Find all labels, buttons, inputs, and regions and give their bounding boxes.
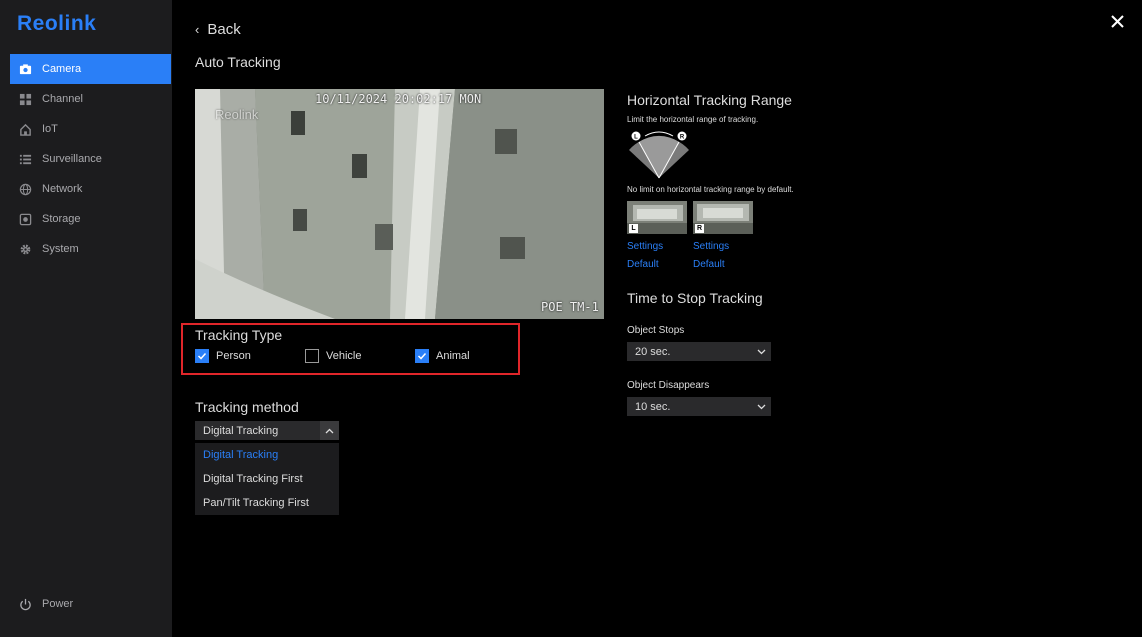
back-label: Back: [207, 21, 241, 38]
object-disappears-label: Object Disappears: [627, 380, 710, 391]
sidebar-item-label: Storage: [42, 213, 81, 225]
chevron-left-icon: ‹: [195, 22, 200, 37]
camera-preview: 10/11/2024 20:02:17 MON Reolink POE TM-1: [195, 89, 604, 319]
power-button[interactable]: Power: [10, 589, 171, 619]
dropdown-option[interactable]: Pan/Tilt Tracking First: [195, 491, 339, 515]
diagram-left-marker: L: [634, 135, 638, 141]
stop-tracking-title: Time to Stop Tracking: [627, 290, 763, 306]
gear-icon: [18, 242, 32, 256]
dropdown-option[interactable]: Digital Tracking First: [195, 467, 339, 491]
left-settings-link[interactable]: Settings: [627, 241, 663, 252]
sidebar-item-label: Surveillance: [42, 153, 102, 165]
page-title: Auto Tracking: [195, 54, 281, 70]
right-tag: R: [695, 224, 704, 233]
left-default-link[interactable]: Default: [627, 259, 659, 270]
tracking-method-dropdown: Digital Tracking Digital Tracking First …: [195, 443, 339, 515]
horizontal-range-desc: Limit the horizontal range of tracking.: [627, 115, 759, 124]
dropdown-option[interactable]: Digital Tracking: [195, 443, 339, 467]
animal-label: Animal: [436, 350, 470, 362]
tracking-method-select[interactable]: Digital Tracking: [195, 421, 339, 440]
sidebar-item-camera[interactable]: Camera: [10, 54, 171, 84]
storage-icon: [18, 212, 32, 226]
power-icon: [18, 597, 32, 611]
sidebar-item-label: Channel: [42, 93, 83, 105]
person-label: Person: [216, 350, 251, 362]
camera-frame-image: [195, 89, 604, 319]
sidebar-item-label: Network: [42, 183, 83, 195]
home-icon: [18, 122, 32, 136]
camera-icon: [18, 62, 32, 76]
left-tag: L: [629, 224, 638, 233]
checkbox-empty-icon: [305, 349, 319, 363]
checkbox-checked-icon: [195, 349, 209, 363]
tracking-method-title: Tracking method: [195, 399, 299, 415]
diagram-right-marker: R: [680, 135, 685, 141]
tracking-range-diagram: L R: [629, 131, 689, 179]
left-limit-thumbnail[interactable]: L: [627, 201, 687, 234]
sidebar-item-system[interactable]: System: [10, 234, 171, 264]
object-stops-label: Object Stops: [627, 325, 685, 336]
person-checkbox[interactable]: Person: [195, 349, 251, 363]
vehicle-label: Vehicle: [326, 350, 362, 362]
object-stops-select[interactable]: 20 sec.: [627, 342, 771, 361]
object-stops-value: 20 sec.: [635, 345, 671, 358]
sidebar: Reolink Camera Channel IoT Surveillance …: [0, 0, 172, 637]
animal-checkbox[interactable]: Animal: [415, 349, 470, 363]
right-limit-thumbnail[interactable]: R: [693, 201, 753, 234]
video-watermark: Reolink: [215, 107, 259, 122]
video-channel-name: POE TM-1: [541, 300, 599, 314]
list-icon: [18, 152, 32, 166]
power-label: Power: [42, 598, 74, 610]
horizontal-range-title: Horizontal Tracking Range: [627, 92, 792, 108]
close-icon[interactable]: [1108, 12, 1128, 32]
sidebar-item-channel[interactable]: Channel: [10, 84, 171, 114]
right-settings-link[interactable]: Settings: [693, 241, 729, 252]
chevron-up-icon: [320, 421, 339, 440]
globe-icon: [18, 182, 32, 196]
sidebar-item-label: Camera: [42, 63, 82, 75]
grid-icon: [18, 92, 32, 106]
vehicle-checkbox[interactable]: Vehicle: [305, 349, 361, 363]
sidebar-item-label: IoT: [42, 123, 58, 135]
reolink-logo: Reolink: [17, 12, 97, 35]
checkbox-checked-icon: [415, 349, 429, 363]
object-disappears-select[interactable]: 10 sec.: [627, 397, 771, 416]
sidebar-item-label: System: [42, 243, 79, 255]
horizontal-range-note: No limit on horizontal tracking range by…: [627, 185, 794, 194]
tracking-type-title: Tracking Type: [195, 327, 283, 343]
back-button[interactable]: ‹ Back: [195, 21, 241, 38]
tracking-method-value: Digital Tracking: [203, 424, 279, 437]
video-timestamp: 10/11/2024 20:02:17 MON: [315, 92, 482, 106]
chevron-down-icon: [752, 397, 771, 416]
sidebar-item-surveillance[interactable]: Surveillance: [10, 144, 171, 174]
sidebar-item-network[interactable]: Network: [10, 174, 171, 204]
sidebar-item-storage[interactable]: Storage: [10, 204, 171, 234]
right-default-link[interactable]: Default: [693, 259, 725, 270]
sidebar-item-iot[interactable]: IoT: [10, 114, 171, 144]
chevron-down-icon: [752, 342, 771, 361]
object-disappears-value: 10 sec.: [635, 400, 671, 413]
